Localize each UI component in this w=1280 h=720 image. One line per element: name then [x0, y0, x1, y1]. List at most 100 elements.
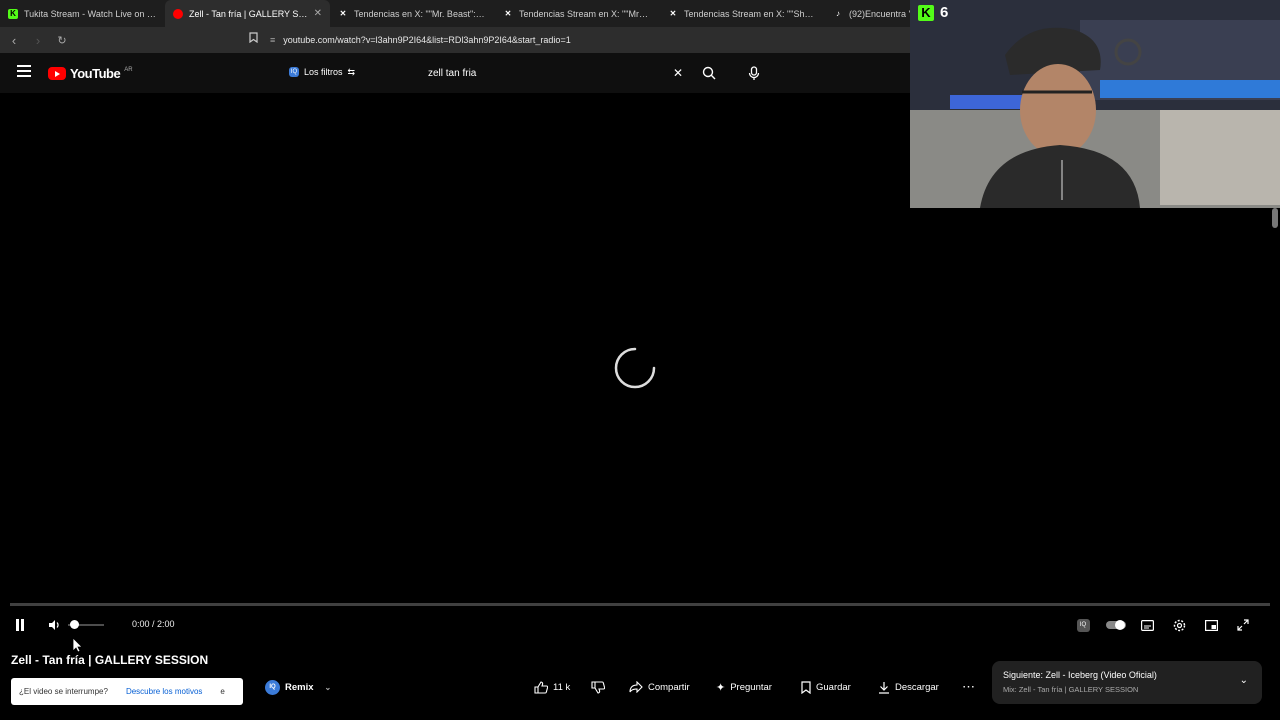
kick-icon: K: [8, 8, 18, 19]
tooltip-tail: e: [220, 687, 225, 696]
forward-icon[interactable]: ›: [28, 30, 48, 50]
x-icon: ✕: [669, 9, 677, 18]
iq-extension-icon: IQ: [289, 67, 299, 77]
reload-icon[interactable]: ↻: [52, 30, 72, 50]
tab-title: Tendencias en X: ""Mr. Beast": Porqu: [354, 8, 487, 19]
fullscreen-button[interactable]: [1233, 615, 1253, 635]
share-label: Compartir: [648, 681, 690, 693]
up-next-card[interactable]: Siguiente: Zell - Iceberg (Video Oficial…: [992, 661, 1262, 704]
dislike-button[interactable]: [585, 675, 611, 699]
mute-button[interactable]: [44, 615, 64, 635]
browser-tab[interactable]: Zell - Tan fría | GALLERY SESSIO ✕: [165, 0, 330, 27]
logo-text: YouTube: [70, 66, 121, 81]
pause-icon: [16, 619, 24, 631]
youtube-icon: [173, 8, 183, 19]
iq-extension-button[interactable]: IQ: [1073, 615, 1093, 635]
miniplayer-icon: [1204, 619, 1218, 631]
tooltip-link[interactable]: Descubre los motivos: [126, 687, 202, 696]
url-field[interactable]: ≡ youtube.com/watch?v=l3ahn9P2I64&list=R…: [270, 31, 910, 49]
chevron-down-icon[interactable]: ⌄: [1240, 675, 1248, 686]
share-button[interactable]: Compartir: [623, 675, 696, 699]
x-icon: ✕: [339, 9, 347, 18]
url-text: youtube.com/watch?v=l3ahn9P2I64&list=RDl…: [283, 35, 571, 45]
search-query: zell tan fria: [428, 67, 477, 79]
remix-button[interactable]: IQ Remix ⌄: [265, 675, 331, 699]
tab-title: Zell - Tan fría | GALLERY SESSIO: [189, 8, 308, 19]
ask-label: Preguntar: [730, 681, 772, 693]
ask-button[interactable]: ✦ Preguntar: [710, 675, 778, 699]
webcam-image: [910, 0, 1280, 208]
iq-remix-icon: IQ: [265, 679, 280, 695]
search-icon: [702, 66, 716, 80]
download-icon: [879, 681, 889, 694]
settings-button[interactable]: [1169, 615, 1189, 635]
miniplayer-button[interactable]: [1201, 615, 1221, 635]
browser-tab[interactable]: ✕ Tendencias Stream en X: ""MrBeast": [495, 0, 660, 27]
remix-label: Remix: [285, 681, 314, 693]
youtube-logo[interactable]: YouTube AR: [48, 66, 133, 81]
filters-label: Los filtros: [304, 67, 343, 77]
bookmark-icon[interactable]: [249, 32, 258, 46]
menu-icon[interactable]: [17, 65, 31, 77]
volume-slider[interactable]: [68, 620, 104, 629]
country-code: AR: [124, 66, 133, 73]
volume-icon: [49, 620, 59, 630]
loading-spinner-icon: [614, 347, 656, 389]
sliders-icon: ⇆: [347, 66, 356, 77]
browser-tab[interactable]: ✕ Tendencias Stream en X: ""ShowSp: [660, 0, 825, 27]
search-input[interactable]: zell tan fria ✕: [418, 60, 691, 86]
tiktok-icon: ♪: [836, 9, 840, 18]
volume-knob[interactable]: [69, 620, 79, 629]
thumbs-down-icon: [591, 680, 605, 694]
chevron-down-icon: ⌄: [324, 682, 332, 692]
iq-icon: IQ: [1076, 618, 1090, 632]
progress-bar[interactable]: [10, 603, 1270, 606]
kick-icon: K: [918, 4, 934, 21]
filters-button[interactable]: IQ Los filtros ⇆: [283, 62, 361, 82]
browser-tab[interactable]: K Tukita Stream - Watch Live on Kick: [0, 0, 165, 27]
like-button[interactable]: 11 k: [528, 675, 576, 699]
share-icon: [629, 681, 643, 693]
more-actions-button[interactable]: ⋯: [956, 675, 981, 699]
tab-title: Tukita Stream - Watch Live on Kick: [24, 8, 157, 19]
mouse-cursor-icon: [72, 637, 83, 653]
fullscreen-icon: [1237, 619, 1249, 631]
tooltip-question: ¿El video se interrumpe?: [19, 687, 108, 696]
tab-title: Tendencias Stream en X: ""MrBeast": [519, 8, 652, 19]
site-settings-icon[interactable]: ≡: [270, 35, 275, 45]
browser-tab[interactable]: ✕ Tendencias en X: ""Mr. Beast": Porqu: [330, 0, 495, 27]
x-icon: ✕: [504, 9, 512, 18]
streamer-webcam: [910, 0, 1280, 208]
thumbs-up-icon: [534, 680, 548, 694]
like-count: 11 k: [553, 681, 571, 693]
viewer-count: 6: [940, 4, 949, 21]
player-controls: 0:00 / 2:00 IQ: [0, 613, 1280, 637]
tab-title: Tendencias Stream en X: ""ShowSp: [684, 8, 817, 19]
sparkle-icon: ✦: [716, 681, 726, 694]
download-button[interactable]: Descargar: [872, 675, 945, 699]
playback-issue-tooltip: ¿El video se interrumpe? Descubre los mo…: [11, 678, 243, 705]
youtube-play-icon: [48, 67, 66, 80]
save-bookmark-icon: [801, 680, 811, 694]
microphone-icon: [748, 65, 760, 80]
up-next-title: Siguiente: Zell - Iceberg (Video Oficial…: [1003, 670, 1157, 680]
up-next-mix: Mix: Zell - Tan fría | GALLERY SESSION: [1003, 685, 1139, 694]
page-scrollbar[interactable]: [1272, 208, 1278, 228]
time-display: 0:00 / 2:00: [132, 619, 175, 629]
gear-icon: [1173, 619, 1185, 631]
save-label: Guardar: [816, 681, 851, 693]
save-button[interactable]: Guardar: [795, 675, 857, 699]
search-button[interactable]: [697, 61, 721, 85]
pause-button[interactable]: [10, 615, 30, 635]
more-icon: ⋯: [962, 679, 975, 694]
clear-search-icon[interactable]: ✕: [673, 66, 683, 80]
voice-search-button[interactable]: [742, 61, 766, 85]
subtitles-button[interactable]: [1137, 615, 1157, 635]
subtitles-icon: [1140, 619, 1154, 631]
close-tab-icon[interactable]: ✕: [314, 8, 322, 19]
video-title: Zell - Tan fría | GALLERY SESSION: [11, 653, 209, 667]
autoplay-toggle[interactable]: [1104, 615, 1128, 635]
autoplay-icon: [1106, 620, 1126, 630]
back-icon[interactable]: ‹: [4, 30, 24, 50]
kick-viewer-badge: K 6: [918, 4, 948, 21]
